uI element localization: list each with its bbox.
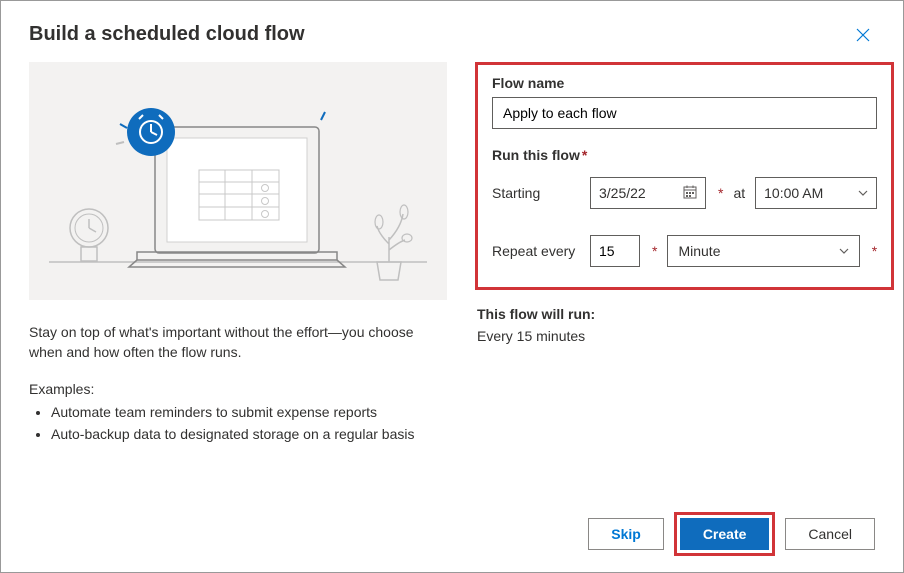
starting-label: Starting (492, 185, 580, 201)
starting-date-input[interactable]: 3/25/22 (590, 177, 706, 209)
dialog-title: Build a scheduled cloud flow (29, 23, 305, 46)
list-item: Automate team reminders to submit expens… (51, 401, 447, 423)
required-indicator: * (652, 243, 657, 259)
cancel-button[interactable]: Cancel (785, 518, 875, 550)
illustration (29, 62, 447, 300)
repeat-every-label: Repeat every (492, 243, 580, 259)
close-icon (855, 27, 871, 47)
examples-label: Examples: (29, 381, 447, 397)
summary-text: Every 15 minutes (477, 328, 894, 344)
chevron-down-icon (839, 246, 849, 257)
dialog-description: Stay on top of what's important without … (29, 322, 447, 363)
flow-name-input[interactable] (492, 97, 877, 129)
chevron-down-icon (858, 188, 868, 199)
form-highlight: Flow name Run this flow* Starting 3/25/2… (475, 62, 894, 290)
required-indicator: * (718, 185, 723, 201)
examples-list: Automate team reminders to submit expens… (29, 401, 447, 446)
required-indicator: * (872, 243, 877, 259)
close-button[interactable] (851, 23, 875, 50)
repeat-value-input[interactable] (590, 235, 640, 267)
summary-label: This flow will run: (477, 306, 894, 322)
create-button[interactable]: Create (680, 518, 770, 550)
flow-name-label: Flow name (492, 75, 877, 91)
list-item: Auto-backup data to designated storage o… (51, 423, 447, 445)
repeat-unit-select[interactable]: Minute (667, 235, 859, 267)
run-this-flow-label: Run this flow* (492, 147, 877, 163)
calendar-icon (683, 185, 697, 202)
at-label: at (733, 185, 745, 201)
required-indicator: * (582, 147, 587, 163)
skip-button[interactable]: Skip (588, 518, 664, 550)
create-highlight: Create (674, 512, 776, 556)
starting-time-input[interactable]: 10:00 AM (755, 177, 877, 209)
